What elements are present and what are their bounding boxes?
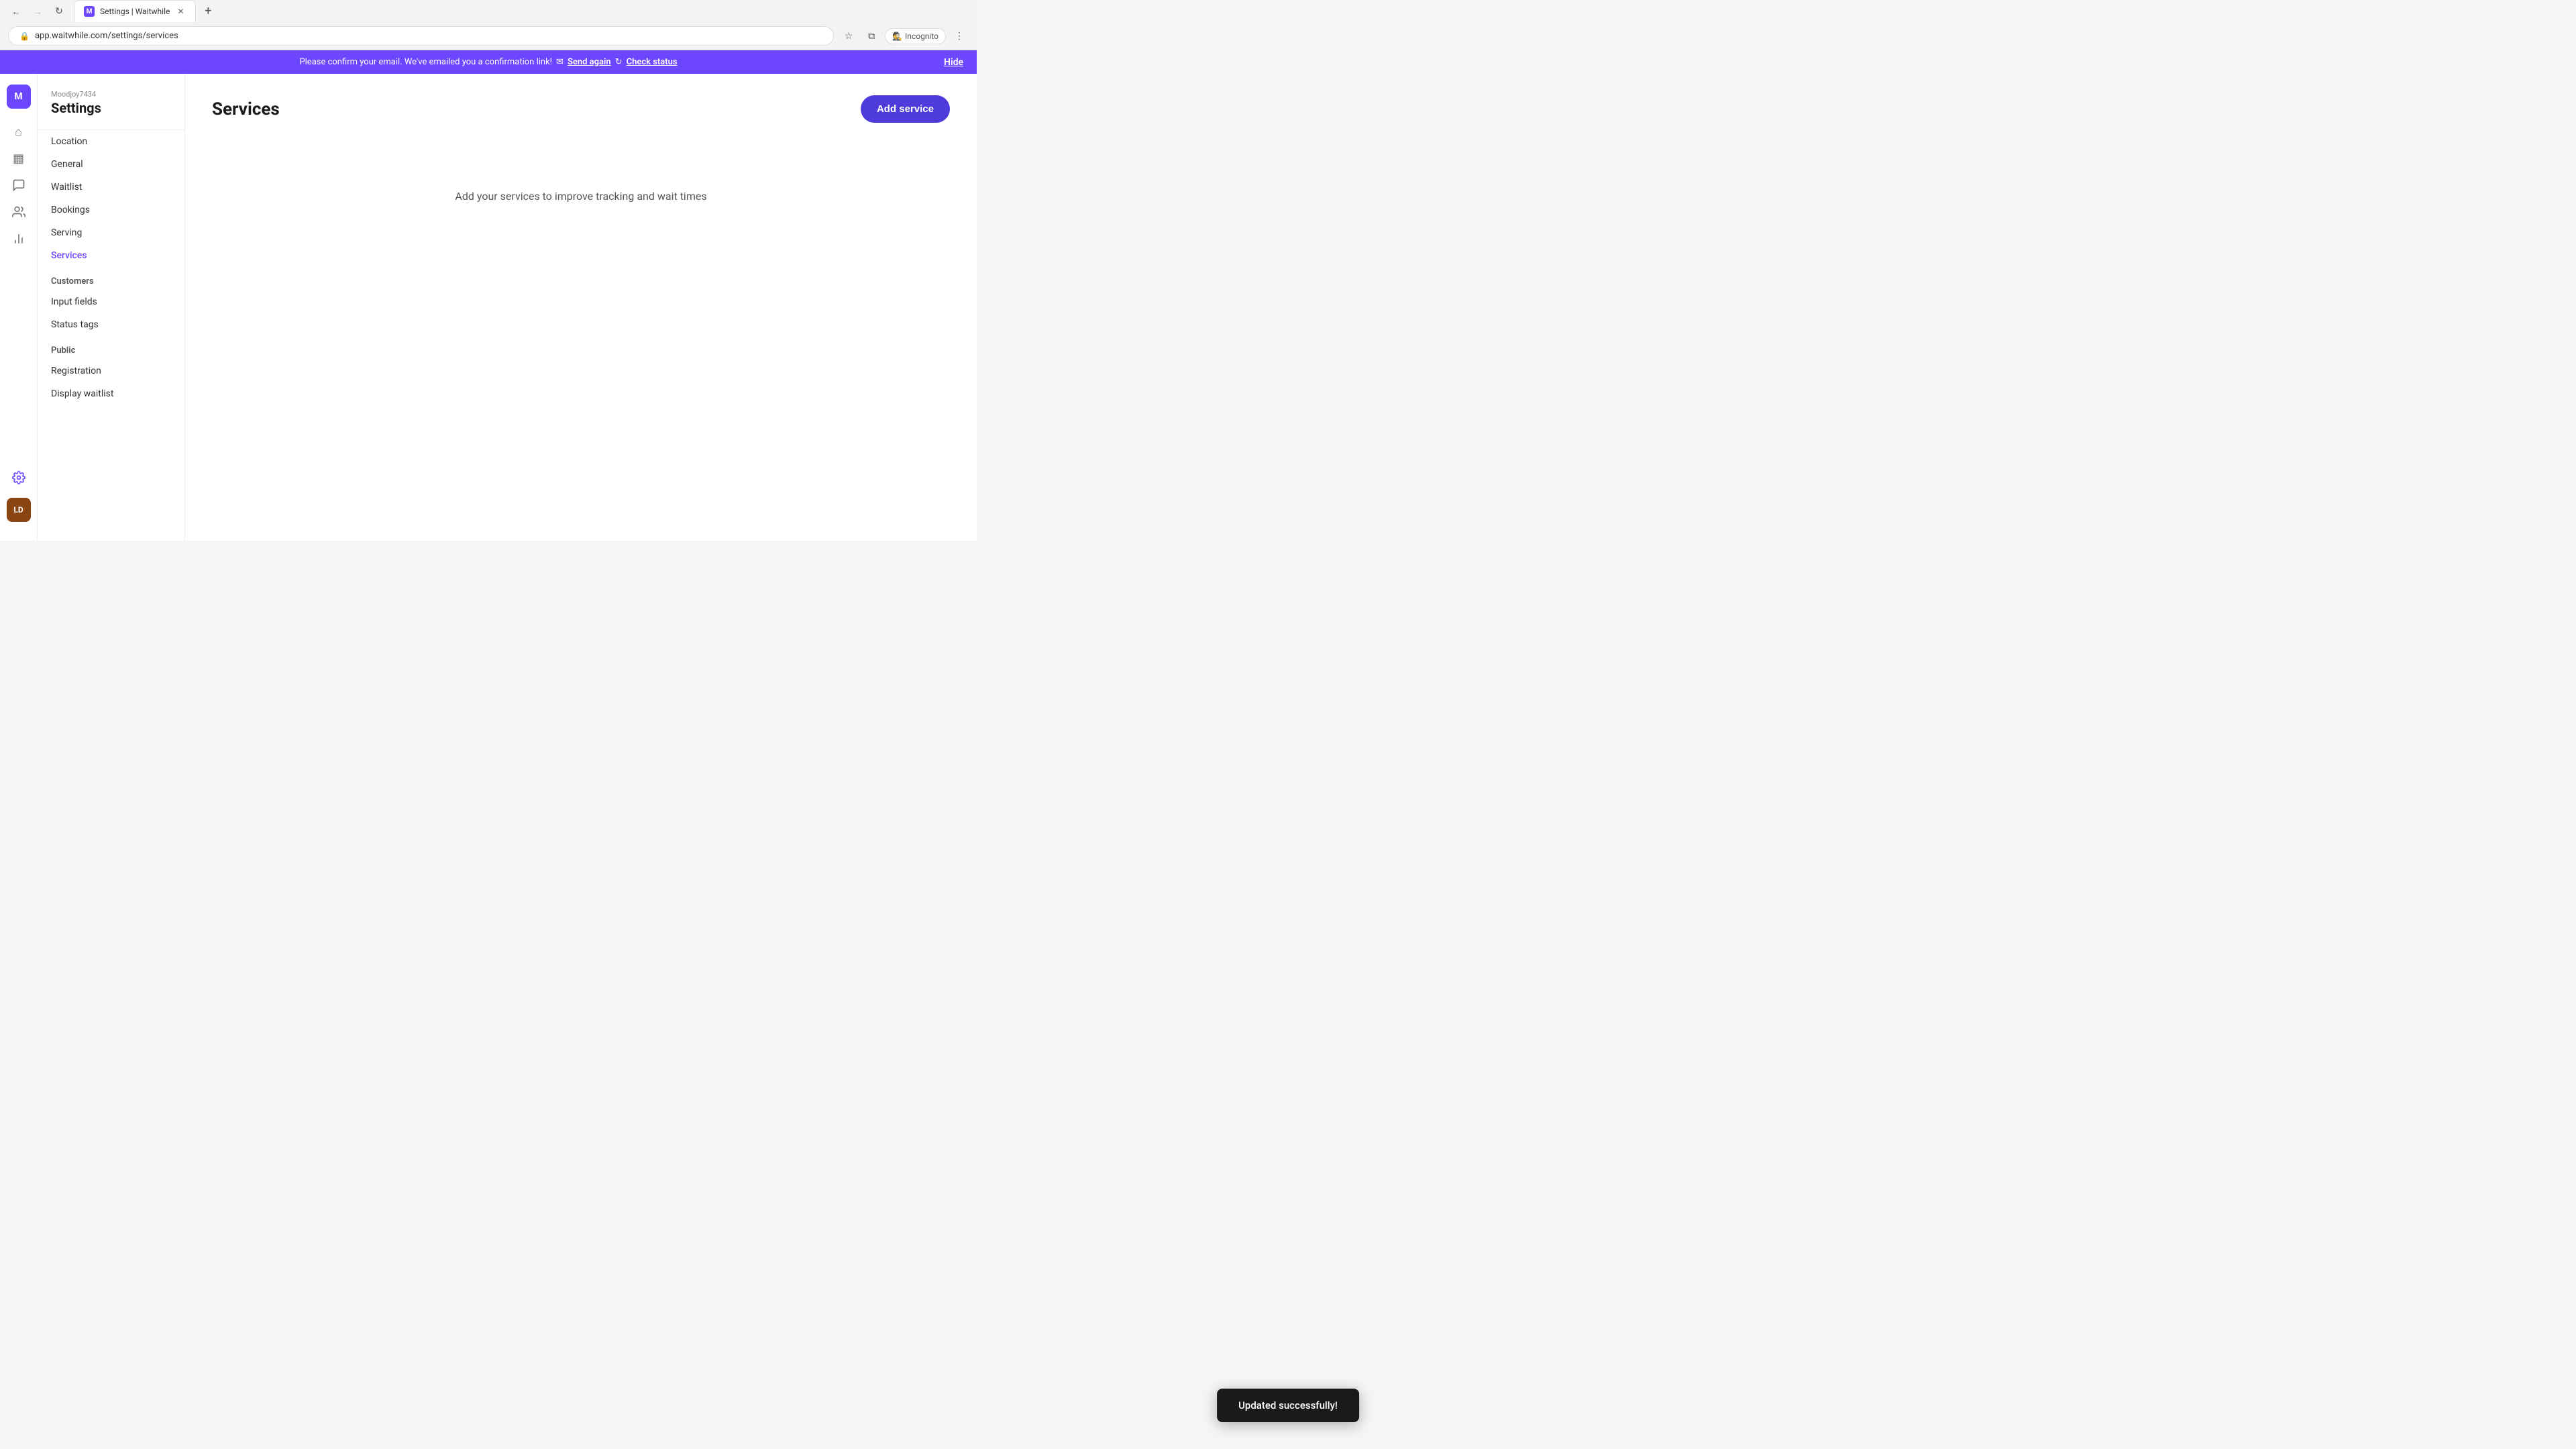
refresh-icon: ↻: [615, 57, 623, 67]
extensions-button[interactable]: ⧉: [862, 27, 881, 46]
more-button[interactable]: ⋮: [950, 27, 969, 46]
browser-chrome: ← → ↻ M Settings | Waitwhile ✕ + 🔒 app.w…: [0, 0, 977, 50]
add-service-button[interactable]: Add service: [861, 95, 950, 123]
sidebar-item-general[interactable]: General: [38, 153, 184, 176]
lock-icon: 🔒: [19, 32, 30, 41]
nav-icon-chat[interactable]: [7, 173, 31, 197]
nav-icon-settings[interactable]: [7, 466, 31, 490]
tab-close-button[interactable]: ✕: [175, 6, 186, 17]
forward-button[interactable]: →: [28, 2, 47, 21]
sidebar-item-display-waitlist[interactable]: Display waitlist: [38, 382, 184, 405]
banner-message: Please confirm your email. We've emailed…: [299, 57, 552, 67]
toolbar-actions: ☆ ⧉ 🕵 Incognito ⋮: [839, 27, 969, 46]
send-again-link[interactable]: Send again: [568, 57, 611, 67]
sidebar-header: Moodjoy7434 Settings: [38, 90, 184, 129]
reload-button[interactable]: ↻: [50, 2, 68, 21]
toast-notification: Updated successfully!: [1217, 1389, 1359, 1422]
browser-toolbar: 🔒 app.waitwhile.com/settings/services ☆ …: [0, 22, 977, 50]
app-container: M ⌂ ▦ LD Moodjoy7434 Settings Location: [0, 74, 977, 541]
tab-title: Settings | Waitwhile: [100, 7, 170, 16]
sidebar-item-waitlist[interactable]: Waitlist: [38, 176, 184, 199]
nav-icon-team[interactable]: [7, 200, 31, 224]
browser-tab[interactable]: M Settings | Waitwhile ✕: [74, 0, 196, 22]
sidebar-item-status-tags[interactable]: Status tags: [38, 313, 184, 336]
tab-favicon: M: [84, 6, 95, 17]
sidebar-item-services[interactable]: Services: [38, 244, 184, 267]
notification-banner: Please confirm your email. We've emailed…: [0, 50, 977, 74]
back-button[interactable]: ←: [7, 2, 25, 21]
url-text: app.waitwhile.com/settings/services: [35, 31, 822, 41]
sidebar-username: Moodjoy7434: [51, 90, 171, 99]
toast-message: Updated successfully!: [1238, 1399, 1338, 1411]
page-title: Services: [212, 99, 280, 119]
nav-icon-home[interactable]: ⌂: [7, 119, 31, 144]
sidebar-item-bookings[interactable]: Bookings: [38, 199, 184, 221]
bookmark-button[interactable]: ☆: [839, 27, 858, 46]
hide-button[interactable]: Hide: [944, 57, 963, 68]
check-status-link[interactable]: Check status: [627, 57, 678, 67]
incognito-label: Incognito: [905, 32, 938, 41]
incognito-badge[interactable]: 🕵 Incognito: [885, 28, 946, 44]
new-tab-button[interactable]: +: [199, 2, 217, 21]
empty-state-text: Add your services to improve tracking an…: [455, 190, 706, 203]
email-icon: ✉: [556, 57, 564, 67]
address-bar[interactable]: 🔒 app.waitwhile.com/settings/services: [8, 26, 834, 46]
main-content: Services Add service Add your services t…: [185, 74, 977, 541]
sidebar: Moodjoy7434 Settings Location General Wa…: [38, 74, 185, 541]
nav-icon-analytics[interactable]: [7, 227, 31, 251]
sidebar-group-customers: Customers: [38, 267, 184, 290]
incognito-icon: 🕵: [892, 32, 902, 41]
sidebar-item-input-fields[interactable]: Input fields: [38, 290, 184, 313]
user-avatar-bottom[interactable]: LD: [7, 498, 31, 522]
sidebar-item-registration[interactable]: Registration: [38, 360, 184, 382]
tab-bar: ← → ↻ M Settings | Waitwhile ✕ +: [0, 0, 977, 22]
app-avatar[interactable]: M: [7, 85, 31, 109]
nav-icon-calendar[interactable]: ▦: [7, 146, 31, 170]
page-header: Services Add service: [212, 95, 950, 123]
icon-nav: M ⌂ ▦ LD: [0, 74, 38, 541]
empty-state: Add your services to improve tracking an…: [212, 150, 950, 243]
sidebar-item-serving[interactable]: Serving: [38, 221, 184, 244]
sidebar-group-public: Public: [38, 336, 184, 360]
sidebar-title: Settings: [51, 100, 171, 116]
sidebar-item-location[interactable]: Location: [38, 130, 184, 153]
